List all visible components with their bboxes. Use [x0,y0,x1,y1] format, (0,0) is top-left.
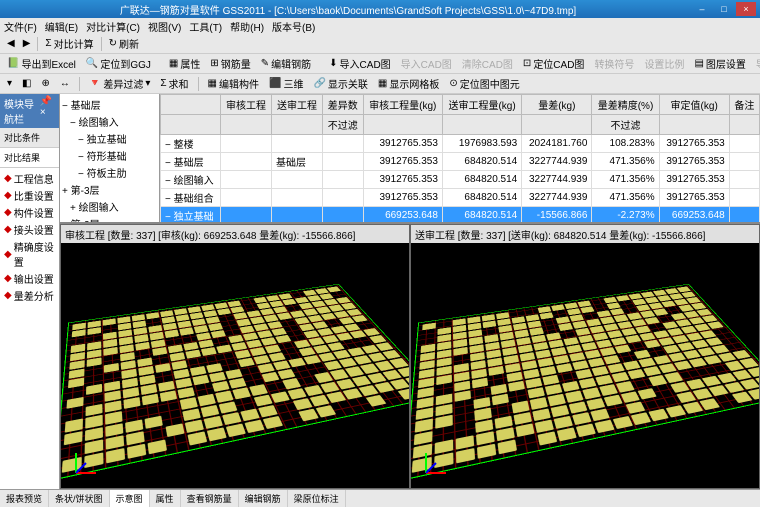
menu-edit[interactable]: 编辑(E) [45,19,78,34]
toolbar-3: ▾ ◧ ⊕ ↔ 🔻 差异过滤 ▾ Σ 求和 ▦ 编辑构件 ⬛ 三维 🔗 显示关联… [0,74,760,94]
menu-help[interactable]: 帮助(H) [230,19,264,34]
props-button[interactable]: ▦ 属性 [166,55,203,72]
toolbar-1: ◀ ▶ Σ 对比计算 ↻ 刷新 [0,34,760,54]
bottom-tab-3[interactable]: 属性 [150,490,181,507]
sum-button[interactable]: Σ 求和 [157,75,191,92]
left-tree[interactable]: ◆ 工程信息◆ 比重设置◆ 构件设置◆ 接头设置◆ 精确度设置◆ 输出设置◆ 量… [0,168,59,489]
tool-a[interactable]: ▾ [4,77,15,90]
left-panel: 模块导航栏📌 × 对比条件 对比结果 ◆ 工程信息◆ 比重设置◆ 构件设置◆ 接… [0,94,60,489]
edit-component[interactable]: ▦ 编辑构件 [205,75,262,92]
import-cad[interactable]: ⬇ 导入CAD图 [326,55,394,72]
bottom-tab-0[interactable]: 报表预览 [0,490,49,507]
left-panel-header: 模块导航栏📌 × [0,94,59,128]
rebar-qty[interactable]: ⊞ 钢筋量 [207,55,253,72]
bottom-tab-6[interactable]: 梁原位标注 [288,490,346,507]
bottom-tab-1[interactable]: 条状/饼状图 [49,490,110,507]
layer-settings[interactable]: ▤ 图层设置 [691,55,748,72]
locate-ggj[interactable]: 🔍 定位到GGJ [83,55,154,72]
tab-results[interactable]: 对比结果 [0,148,59,168]
show-grid[interactable]: ▦ 显示网格板 [375,75,442,92]
menubar: 文件(F) 编辑(E) 对比计算(C) 视图(V) 工具(T) 帮助(H) 版本… [0,18,760,34]
menu-tools[interactable]: 工具(T) [189,19,222,34]
3d-view-left[interactable]: 审核工程 [数量: 337] [审核(kg): 669253.648 量差(kg… [60,224,410,489]
refresh-button[interactable]: ↻ 刷新 [106,35,142,52]
bottom-tab-4[interactable]: 查看钢筋量 [181,490,239,507]
minimize-button[interactable]: – [692,2,712,16]
export-cad[interactable]: 导出选中CAD图形 [753,55,760,72]
titlebar: 广联达—钢筋对量软件 GSS2011 - [C:\Users\baok\Docu… [0,0,760,18]
menu-view[interactable]: 视图(V) [148,19,181,34]
maximize-button[interactable]: □ [714,2,734,16]
set-scale[interactable]: 设置比例 [641,55,687,72]
show-assoc[interactable]: 🔗 显示关联 [310,75,370,92]
tool-d[interactable]: ↔ [57,77,73,90]
view1-header: 审核工程 [数量: 337] [65,231,156,242]
3d-button[interactable]: ⬛ 三维 [266,75,306,92]
locate-cad[interactable]: ⊡ 定位CAD图 [520,55,588,72]
locate-element[interactable]: ⊙ 定位图中图元 [446,75,522,92]
convert-symbol[interactable]: 转换符号 [591,55,637,72]
calc-button[interactable]: Σ 对比计算 [42,35,96,52]
data-table[interactable]: 审核工程送审工程差异数审核工程量(kg)送审工程量(kg)量差(kg)量差精度(… [160,94,760,222]
diff-filter[interactable]: 🔻 差异过滤 ▾ [86,75,153,92]
export-excel[interactable]: 📗 导出到Excel [4,55,79,72]
toolbar-2: 📗 导出到Excel 🔍 定位到GGJ ▦ 属性 ⊞ 钢筋量 ✎ 编辑钢筋 ⬇ … [0,54,760,74]
menu-version[interactable]: 版本号(B) [272,19,315,34]
3d-view-right[interactable]: 送审工程 [数量: 337] [送审(kg): 684820.514 量差(kg… [410,224,760,489]
clear-cad[interactable]: 清除CAD图 [459,55,516,72]
nav-fwd[interactable]: ▶ [20,37,34,50]
close-button[interactable]: × [736,2,756,16]
pin-icon[interactable]: 📌 × [40,96,55,126]
bottom-tab-5[interactable]: 编辑钢筋 [239,490,288,507]
view2-header: 送审工程 [数量: 337] [415,231,506,242]
bottom-tabs: 报表预览 条状/饼状图 示意图 属性 查看钢筋量 编辑钢筋 梁原位标注 [0,489,760,507]
tool-b[interactable]: ◧ [19,77,34,90]
tool-c[interactable]: ⊕ [38,77,52,90]
menu-calc[interactable]: 对比计算(C) [86,19,140,34]
tab-conditions[interactable]: 对比条件 [0,128,59,148]
tree-column[interactable]: − 基础层− 绘图输入− 独立基础− 符形基础− 符板主肋+ 第-3层+ 绘图输… [60,94,160,222]
axis-icon [421,448,451,478]
window-title: 广联达—钢筋对量软件 GSS2011 - [C:\Users\baok\Docu… [4,2,692,17]
axis-icon [71,448,101,478]
import-cad2[interactable]: 导入CAD图 [398,55,455,72]
edit-rebar[interactable]: ✎ 编辑钢筋 [258,55,314,72]
menu-file[interactable]: 文件(F) [4,19,37,34]
bottom-tab-2[interactable]: 示意图 [110,490,150,507]
nav-back[interactable]: ◀ [4,37,18,50]
